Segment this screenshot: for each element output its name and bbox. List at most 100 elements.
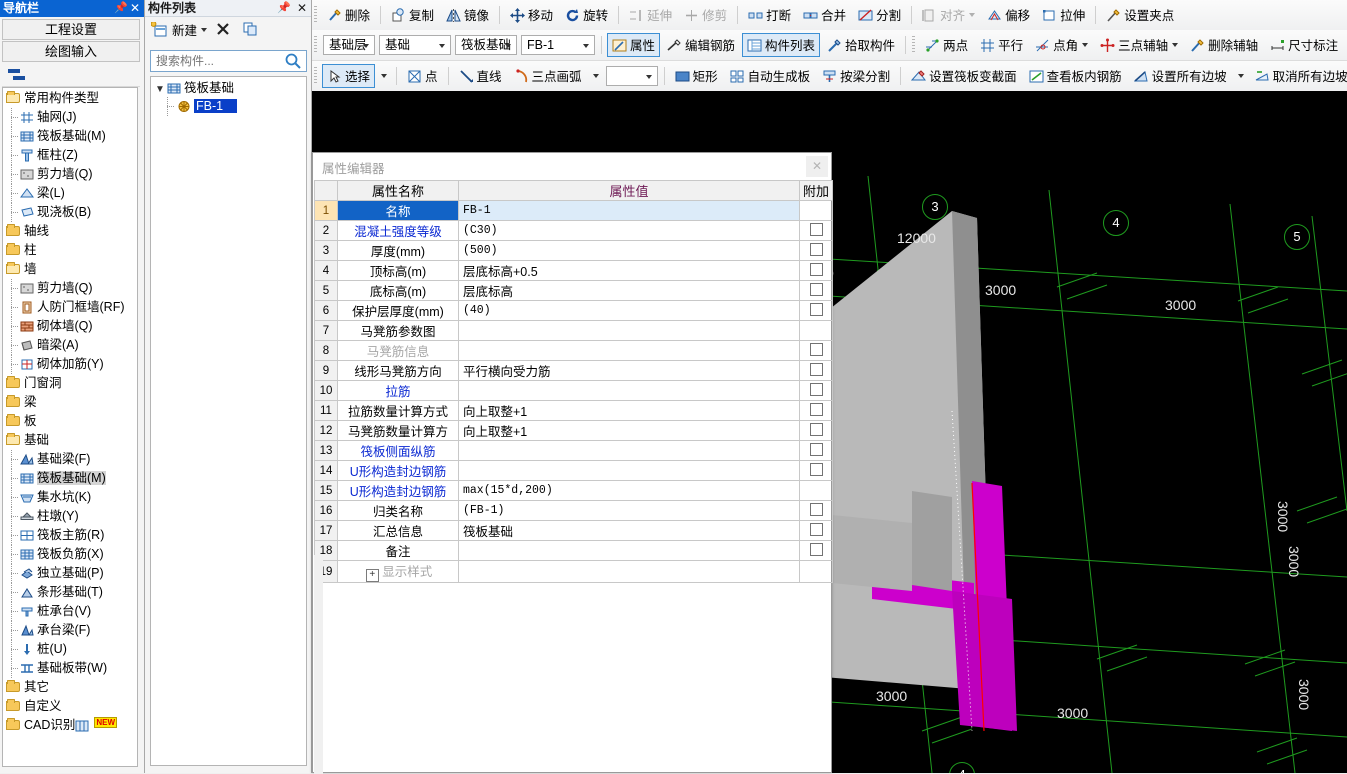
category-select[interactable]: 基础 (379, 35, 451, 55)
attach-checkbox[interactable] (809, 403, 823, 416)
attach-checkbox[interactable] (809, 363, 823, 376)
attach-checkbox[interactable] (809, 223, 823, 236)
nav-item-1[interactable]: 轴网(J) (3, 108, 137, 127)
property-name-cell[interactable]: 马凳筋数量计算方 (337, 420, 459, 441)
nav-item-28[interactable]: 承台梁(F) (3, 621, 137, 640)
property-row[interactable]: 8 马凳筋信息 (314, 340, 833, 361)
property-row[interactable]: 6 保护层厚度(mm) (40) (314, 300, 833, 321)
property-name-cell[interactable]: 名称 (337, 200, 459, 221)
nav-folder-16[interactable]: 梁 (3, 393, 137, 412)
toolbar-button-trim[interactable]: 修剪 (679, 3, 732, 27)
attach-cell[interactable] (799, 560, 833, 583)
property-row[interactable]: 15 U形构造封边钢筋 max(15*d,200) (314, 480, 833, 501)
toolbar-dropdown-arrow[interactable] (1234, 64, 1248, 88)
property-value-cell[interactable]: 向上取整+1 (458, 420, 800, 441)
toolbar-button-setgrip[interactable]: 设置夹点 (1101, 3, 1179, 27)
delete-component-button[interactable] (213, 21, 233, 41)
property-value-cell[interactable] (458, 440, 800, 461)
property-value-cell[interactable] (458, 320, 800, 341)
property-row[interactable]: 17 汇总信息 筏板基础 (314, 520, 833, 541)
property-name-cell[interactable]: 线形马凳筋方向 (337, 360, 459, 381)
pin-icon[interactable]: 📌 (277, 0, 291, 17)
property-value-cell[interactable]: 向上取整+1 (458, 400, 800, 421)
property-value-cell[interactable]: 平行横向受力筋 (458, 360, 800, 381)
toolbar-button-dimension[interactable]: 尺寸标注 (1265, 33, 1343, 57)
attach-cell[interactable] (799, 460, 833, 481)
attach-cell[interactable] (799, 240, 833, 261)
property-row[interactable]: 7 马凳筋参数图 (314, 320, 833, 341)
floor-select[interactable]: 基础层 (323, 35, 375, 55)
toolbar-button-copy[interactable]: 复制 (386, 3, 439, 27)
toolbar-button-move[interactable]: 移动 (505, 3, 558, 27)
attach-checkbox[interactable] (809, 383, 823, 396)
attach-checkbox[interactable] (809, 243, 823, 256)
nav-folder-17[interactable]: 板 (3, 412, 137, 431)
nav-folder-33[interactable]: CAD识别 NEW (3, 716, 137, 735)
toolbar-grip[interactable] (314, 67, 317, 85)
close-icon[interactable]: ✕ (806, 156, 828, 177)
property-value-cell[interactable]: 层底标高+0.5 (458, 260, 800, 281)
nav-tree[interactable]: 常用构件类型 轴网(J) 筏板基础(M) 框柱(Z) 剪力墙(Q) 梁(L) 现浇板(B) 轴… (2, 87, 138, 767)
toolbar-button-merge[interactable]: 合并 (798, 3, 851, 27)
attach-cell[interactable] (799, 520, 833, 541)
attach-cell[interactable] (799, 540, 833, 561)
nav-item-2[interactable]: 筏板基础(M) (3, 127, 137, 146)
close-icon[interactable]: ✕ (297, 0, 307, 17)
toolbar-button-delete[interactable]: 删除 (322, 3, 375, 27)
close-icon[interactable]: ✕ (130, 0, 140, 17)
property-row[interactable]: 18 备注 (314, 540, 833, 561)
attach-cell[interactable] (799, 500, 833, 521)
attach-cell[interactable] (799, 340, 833, 361)
toolbar-button-mirror[interactable]: 镜像 (441, 3, 494, 27)
toolbar-button-extend[interactable]: 延伸 (624, 3, 677, 27)
nav-item-24[interactable]: 筏板负筋(X) (3, 545, 137, 564)
toolbar-button-splitbybeam[interactable]: 按梁分割 (817, 64, 895, 88)
property-name-cell[interactable]: 拉筋 (337, 380, 459, 401)
attach-cell[interactable] (799, 260, 833, 281)
nav-item-29[interactable]: 桩(U) (3, 640, 137, 659)
toolbar-button-autoslab[interactable]: 自动生成板 (725, 64, 816, 88)
collapse-icon[interactable] (6, 66, 36, 86)
property-value-cell[interactable]: 筏板基础 (458, 520, 800, 541)
property-value-cell[interactable]: 层底标高 (458, 280, 800, 301)
toolbar-button-break[interactable]: 打断 (743, 3, 796, 27)
toolbar-dropdown-arrow[interactable] (377, 64, 391, 88)
property-value-cell[interactable]: max(15*d,200) (458, 480, 800, 501)
toolbar-button-select-arrow[interactable]: 选择 (322, 64, 376, 88)
attach-cell[interactable] (799, 200, 833, 221)
property-value-cell[interactable]: FB-1 (458, 200, 800, 221)
nav-item-6[interactable]: 现浇板(B) (3, 203, 137, 222)
nav-item-23[interactable]: 筏板主筋(R) (3, 526, 137, 545)
toolbar-button-property[interactable]: 属性 (607, 33, 661, 57)
attach-checkbox[interactable] (809, 523, 823, 536)
component-tree-item-1[interactable]: FB-1 (151, 97, 306, 116)
toolbar-button-offset[interactable]: 偏移 (982, 3, 1035, 27)
nav-item-12[interactable]: 砌体墙(Q) (3, 317, 137, 336)
expander-icon[interactable]: + (365, 569, 379, 582)
toolbar-button-cancelslope[interactable]: 取消所有边坡 (1250, 64, 1347, 88)
nav-button-project-settings[interactable]: 工程设置 (2, 19, 140, 40)
property-value-cell[interactable] (458, 380, 800, 401)
property-row[interactable]: 16 归类名称 (FB-1) (314, 500, 833, 521)
property-row[interactable]: 13 筏板侧面纵筋 (314, 440, 833, 461)
toolbar-button-point[interactable]: 点 (402, 64, 443, 88)
nav-item-21[interactable]: 集水坑(K) (3, 488, 137, 507)
property-row[interactable]: 4 顶标高(m) 层底标高+0.5 (314, 260, 833, 281)
property-value-cell[interactable]: (FB-1) (458, 500, 800, 521)
copy-component-button[interactable] (239, 21, 261, 41)
property-name-cell[interactable]: U形构造封边钢筋 (337, 460, 459, 481)
property-name-cell[interactable]: 归类名称 (337, 500, 459, 521)
pin-icon[interactable]: 📌 (114, 0, 128, 17)
property-name-cell[interactable]: 底标高(m) (337, 280, 459, 301)
property-row[interactable]: 19 + 显示样式 (314, 560, 833, 583)
attach-cell[interactable] (799, 300, 833, 321)
property-name-cell[interactable]: 汇总信息 (337, 520, 459, 541)
type-select[interactable]: 筏板基础 (455, 35, 517, 55)
attach-cell[interactable] (799, 280, 833, 301)
attach-cell[interactable] (799, 440, 833, 461)
nav-item-5[interactable]: 梁(L) (3, 184, 137, 203)
toolbar-button-stretch[interactable]: 拉伸 (1037, 3, 1090, 27)
component-tree-item-0[interactable]: ▼ 筏板基础 (151, 79, 306, 97)
property-name-cell[interactable]: 拉筋数量计算方式 (337, 400, 459, 421)
toolbar-button-threepointaxis[interactable]: 三点辅轴 (1095, 33, 1183, 57)
